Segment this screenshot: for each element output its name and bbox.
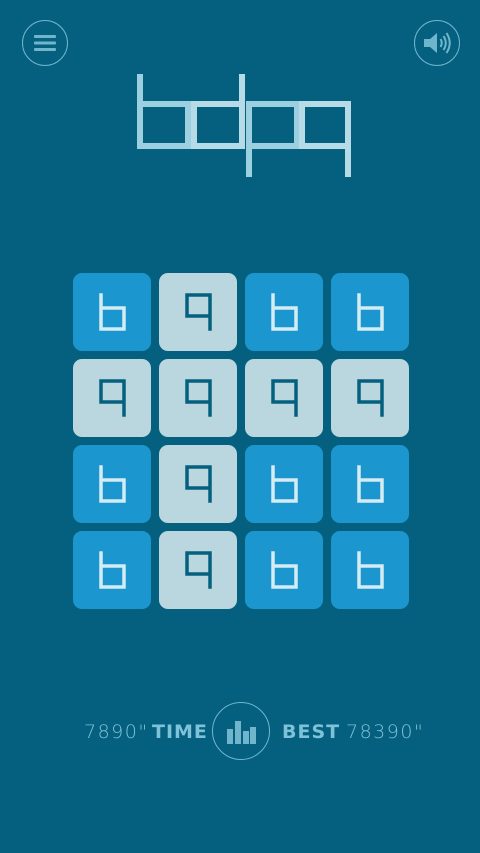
tile-r2-c1[interactable]	[73, 359, 151, 437]
tile-r3-c1[interactable]	[73, 445, 151, 523]
tile-r3-c3[interactable]	[245, 445, 323, 523]
letter-q-glyph	[356, 379, 384, 417]
logo-letter-p	[246, 101, 300, 177]
letter-b-glyph	[356, 293, 384, 331]
logo-letter-q	[299, 101, 351, 177]
letter-b-glyph	[270, 551, 298, 589]
tile-grid	[73, 273, 409, 609]
tile-r1-c2[interactable]	[159, 273, 237, 351]
letter-b-glyph	[356, 551, 384, 589]
game-logo: bdpq	[136, 74, 352, 184]
tile-r1-c4[interactable]	[331, 273, 409, 351]
letter-q-glyph	[184, 465, 212, 503]
logo-letter-d	[191, 74, 245, 149]
tile-r4-c3[interactable]	[245, 531, 323, 609]
tile-r4-c4[interactable]	[331, 531, 409, 609]
letter-b-glyph	[98, 465, 126, 503]
best-label: BEST	[282, 721, 341, 743]
best-value: 78390"	[346, 721, 425, 743]
letter-q-glyph	[270, 379, 298, 417]
tile-r4-c2[interactable]	[159, 531, 237, 609]
letter-b-glyph	[98, 551, 126, 589]
sound-button[interactable]	[414, 20, 460, 66]
tile-r2-c3[interactable]	[245, 359, 323, 437]
letter-q-glyph	[184, 379, 212, 417]
logo-letter-b	[137, 74, 191, 149]
letter-b-glyph	[98, 293, 126, 331]
tile-r1-c1[interactable]	[73, 273, 151, 351]
letter-b-glyph	[356, 465, 384, 503]
tile-r3-c4[interactable]	[331, 445, 409, 523]
letter-b-glyph	[270, 465, 298, 503]
time-label: TIME	[152, 721, 208, 743]
hamburger-menu-icon	[34, 35, 56, 51]
tile-r2-c2[interactable]	[159, 359, 237, 437]
tile-r1-c3[interactable]	[245, 273, 323, 351]
speaker-volume-icon	[424, 32, 451, 54]
letter-q-glyph	[184, 551, 212, 589]
letter-q-glyph	[184, 293, 212, 331]
bar-chart-icon	[227, 721, 256, 744]
tile-r2-c4[interactable]	[331, 359, 409, 437]
letter-q-glyph	[98, 379, 126, 417]
tile-r4-c1[interactable]	[73, 531, 151, 609]
menu-button[interactable]	[22, 20, 68, 66]
tile-r3-c2[interactable]	[159, 445, 237, 523]
letter-b-glyph	[270, 293, 298, 331]
time-value: 7890"	[84, 721, 149, 743]
stats-button[interactable]	[212, 702, 270, 760]
